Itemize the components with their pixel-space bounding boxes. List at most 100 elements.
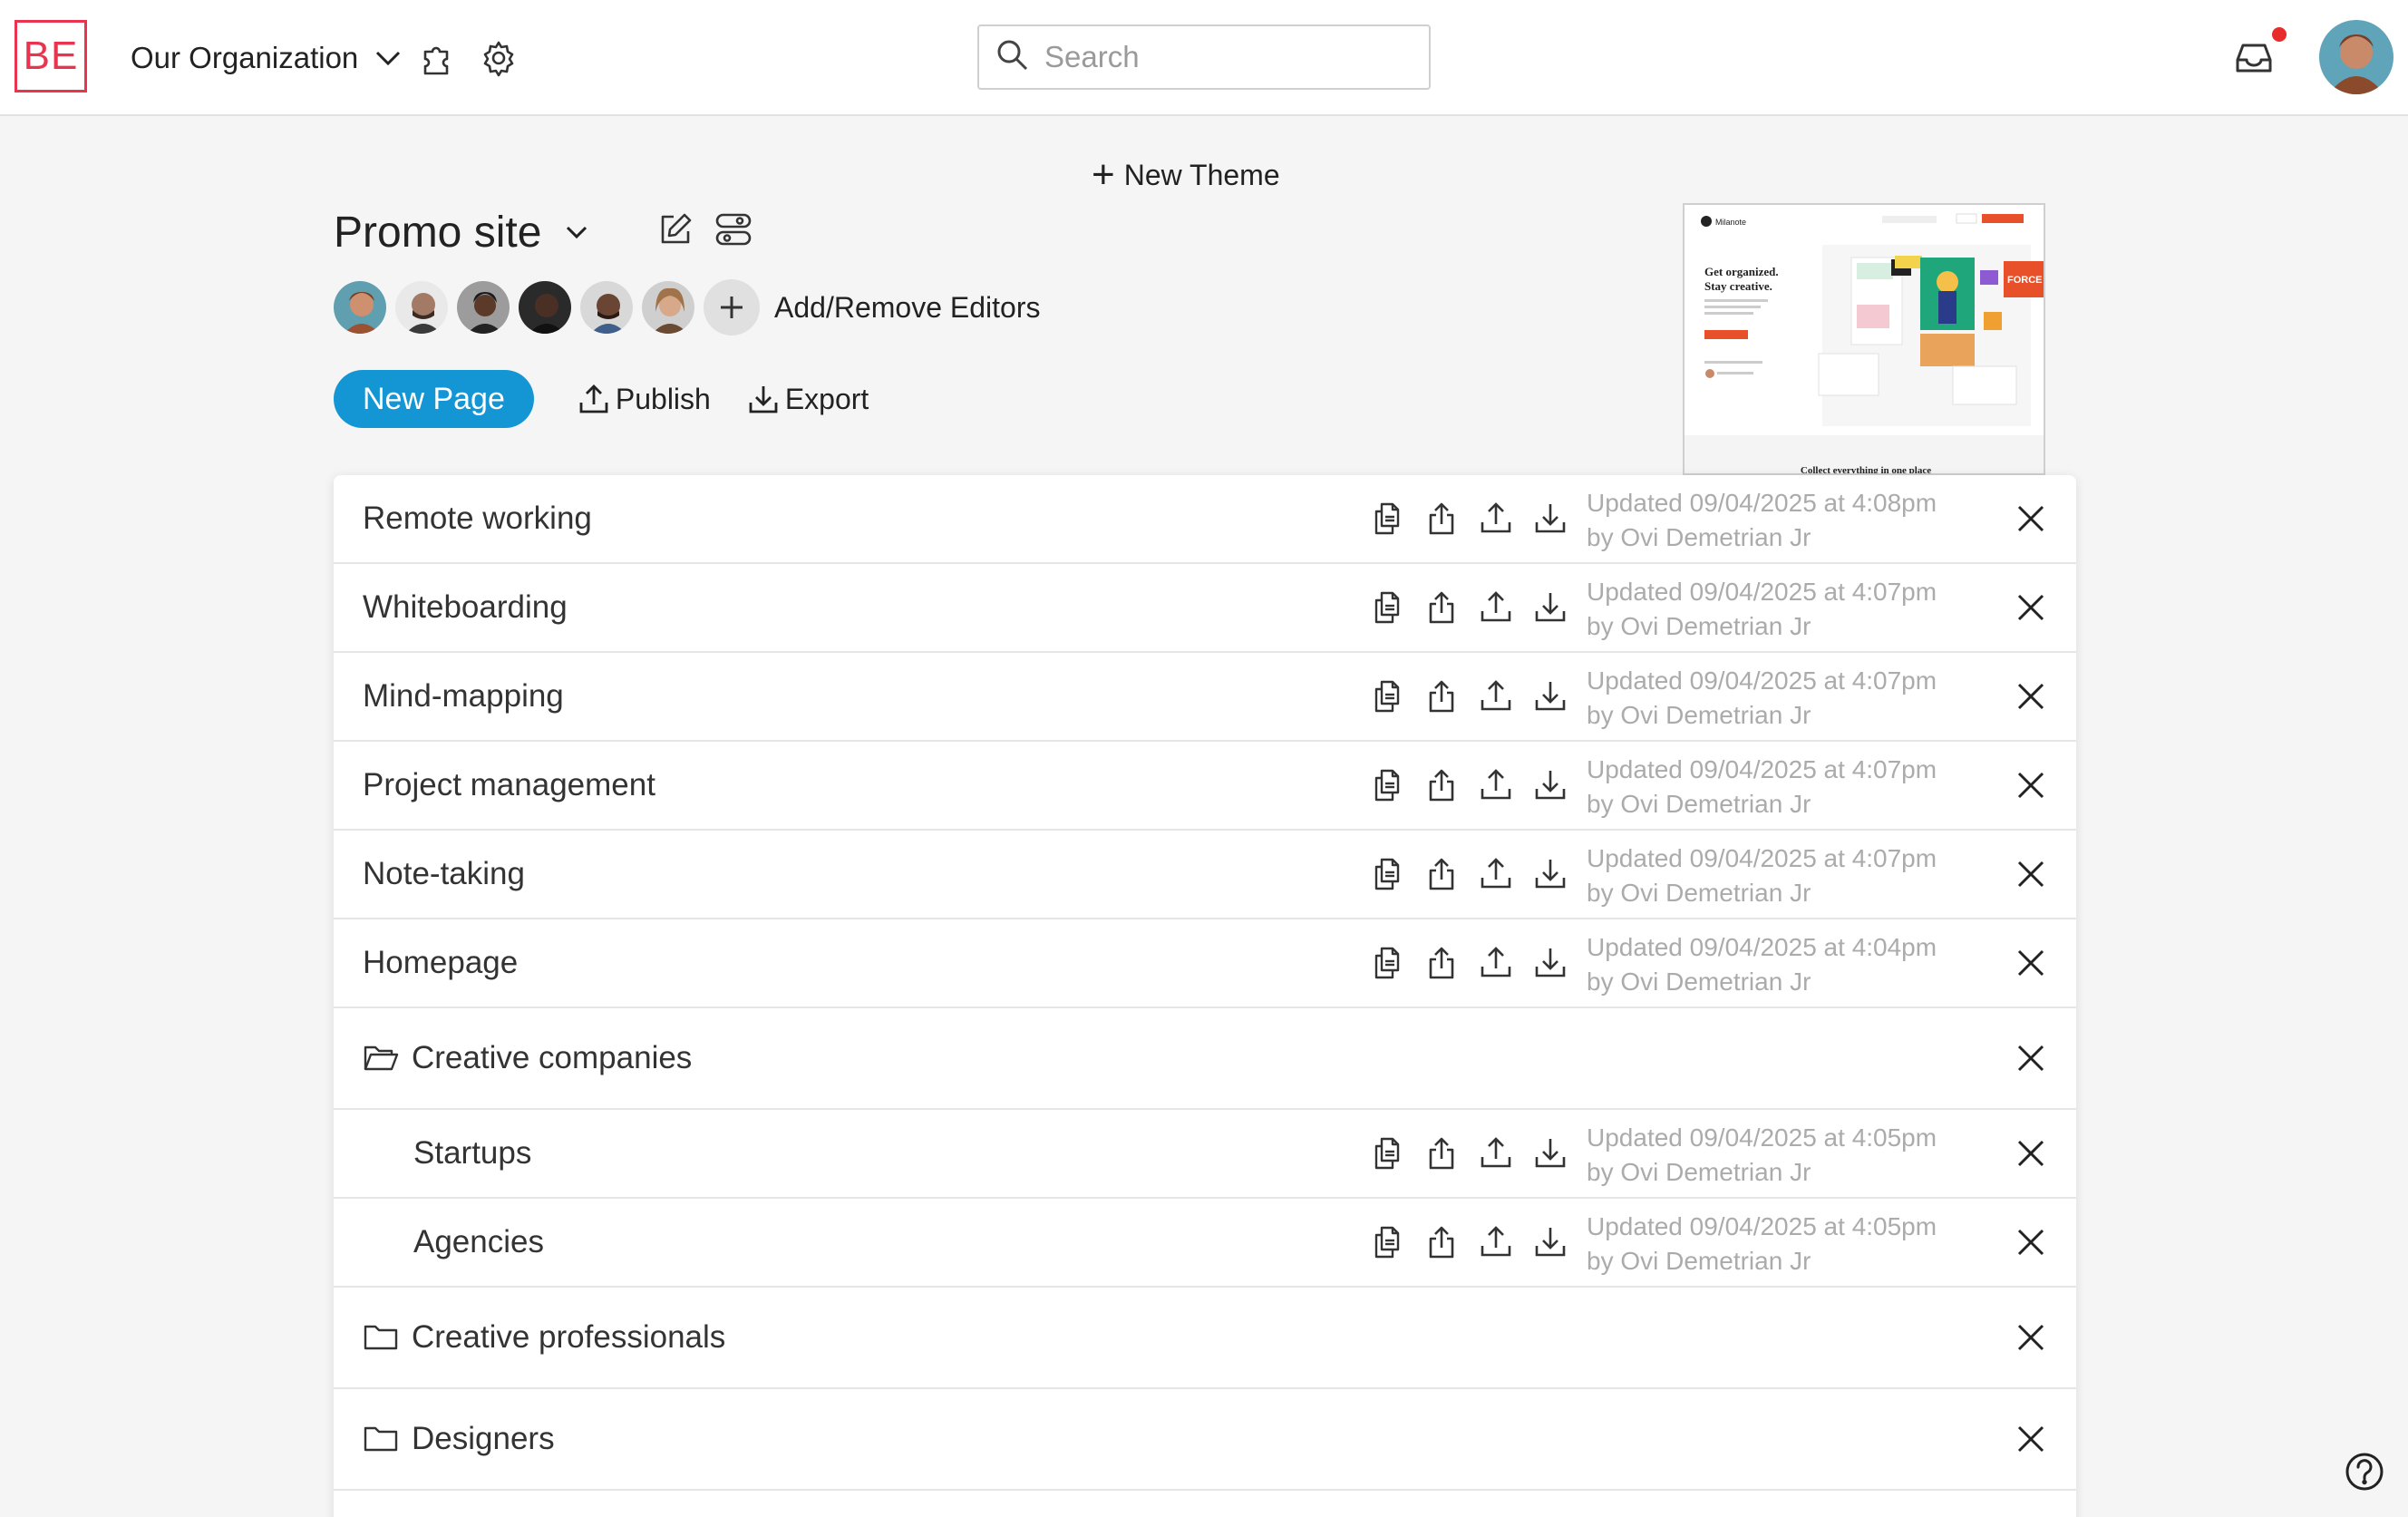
duplicate-icon[interactable]: [1367, 765, 1407, 805]
folder-row[interactable]: Creative professionals: [334, 1288, 2076, 1389]
inbox-button[interactable]: [2232, 27, 2287, 80]
page-row[interactable]: Remote working Updated 09/04/2025 at 4:0…: [334, 475, 2076, 564]
download-icon[interactable]: [1530, 1133, 1570, 1173]
close-icon[interactable]: [2011, 588, 2051, 627]
page-name[interactable]: Project management: [363, 742, 655, 829]
upload-icon[interactable]: [1476, 943, 1516, 983]
share-icon[interactable]: [1422, 943, 1461, 983]
page-name[interactable]: Note-taking: [363, 831, 525, 918]
close-icon[interactable]: [2011, 765, 2051, 805]
export-button[interactable]: Export: [747, 383, 869, 416]
upload-icon[interactable]: [1476, 1133, 1516, 1173]
folder-name[interactable]: Creative companies: [412, 1040, 692, 1076]
duplicate-icon[interactable]: [1367, 588, 1407, 627]
updated-timestamp: Updated 09/04/2025 at 4:07pm: [1587, 755, 1937, 783]
upload-icon[interactable]: [1476, 588, 1516, 627]
page-row[interactable]: Project management Updated 09/04/2025 at…: [334, 742, 2076, 831]
upload-icon[interactable]: [1476, 765, 1516, 805]
folder-name[interactable]: Designers: [412, 1421, 555, 1457]
puzzle-icon[interactable]: [415, 36, 459, 80]
duplicate-icon[interactable]: [1367, 1133, 1407, 1173]
close-icon[interactable]: [2011, 499, 2051, 539]
page-meta: Updated 09/04/2025 at 4:07pm by Ovi Deme…: [1587, 575, 1937, 644]
duplicate-icon[interactable]: [1367, 943, 1407, 983]
download-icon[interactable]: [1530, 765, 1570, 805]
close-icon[interactable]: [2011, 1419, 2051, 1459]
page-name[interactable]: Startups: [413, 1110, 531, 1197]
search-input[interactable]: [1044, 40, 1407, 74]
notification-dot: [2272, 27, 2287, 42]
close-icon[interactable]: [2011, 676, 2051, 716]
plus-icon: [721, 297, 743, 318]
theme-preview-thumbnail[interactable]: Milanote Get organized. Stay creative. F…: [1683, 203, 2045, 475]
editor-avatar[interactable]: [578, 279, 635, 335]
upload-icon[interactable]: [1476, 854, 1516, 894]
top-bar: BE Our Organization: [0, 0, 2408, 116]
upload-icon[interactable]: [1476, 499, 1516, 539]
publish-button[interactable]: Publish: [578, 383, 711, 416]
share-icon[interactable]: [1422, 854, 1461, 894]
editor-avatar[interactable]: [517, 279, 573, 335]
gear-icon[interactable]: [477, 36, 520, 80]
page-row[interactable]: Mind-mapping Updated 09/04/2025 at 4:07p…: [334, 653, 2076, 742]
close-icon[interactable]: [2011, 1318, 2051, 1357]
duplicate-icon[interactable]: [1367, 676, 1407, 716]
page-row[interactable]: Startups Updated 09/04/2025 at 4:05pm by…: [334, 1110, 2076, 1199]
add-editor-button[interactable]: [704, 279, 760, 335]
duplicate-icon[interactable]: [1367, 499, 1407, 539]
page-row[interactable]: Agencies Updated 09/04/2025 at 4:05pm by…: [334, 1199, 2076, 1288]
duplicate-icon[interactable]: [1367, 854, 1407, 894]
help-button[interactable]: [2345, 1452, 2384, 1492]
close-icon[interactable]: [2011, 1133, 2051, 1173]
page-row[interactable]: Homepage Updated 09/04/2025 at 4:04pm by…: [334, 919, 2076, 1008]
page-name[interactable]: Mind-mapping: [363, 653, 564, 740]
editor-avatar[interactable]: [332, 279, 388, 335]
layout-settings-icon[interactable]: [713, 209, 754, 250]
download-icon[interactable]: [1530, 1222, 1570, 1262]
page-name[interactable]: Remote working: [363, 475, 592, 562]
organization-switcher[interactable]: Our Organization: [131, 33, 402, 83]
updated-timestamp: Updated 09/04/2025 at 4:05pm: [1587, 1212, 1937, 1240]
page-row[interactable]: Note-taking Updated 09/04/2025 at 4:07pm…: [334, 831, 2076, 919]
share-icon[interactable]: [1422, 676, 1461, 716]
close-icon[interactable]: [2011, 854, 2051, 894]
upload-icon[interactable]: [1476, 676, 1516, 716]
page-name[interactable]: Whiteboarding: [363, 564, 568, 651]
download-icon[interactable]: [1530, 676, 1570, 716]
editor-avatar[interactable]: [455, 279, 511, 335]
folder-name[interactable]: Creative professionals: [412, 1319, 725, 1356]
download-icon[interactable]: [1530, 499, 1570, 539]
new-theme-button[interactable]: + New Theme: [1092, 152, 1280, 198]
share-icon[interactable]: [1422, 765, 1461, 805]
editor-avatar[interactable]: [393, 279, 450, 335]
page-meta: Updated 09/04/2025 at 4:07pm by Ovi Deme…: [1587, 664, 1937, 733]
folder-row[interactable]: Creative companies: [334, 1008, 2076, 1110]
user-avatar[interactable]: [2319, 20, 2393, 94]
close-icon[interactable]: [2011, 1222, 2051, 1262]
upload-icon[interactable]: [1476, 1222, 1516, 1262]
page-name[interactable]: Homepage: [363, 919, 518, 1006]
app-logo[interactable]: BE: [15, 20, 87, 92]
site-selector[interactable]: Promo site: [334, 205, 588, 259]
download-icon[interactable]: [1530, 588, 1570, 627]
editor-avatar[interactable]: [640, 279, 696, 335]
share-icon[interactable]: [1422, 588, 1461, 627]
chevron-down-icon: [374, 49, 402, 67]
download-icon[interactable]: [1530, 854, 1570, 894]
share-icon[interactable]: [1422, 499, 1461, 539]
edit-icon[interactable]: [655, 209, 696, 250]
close-icon[interactable]: [2011, 943, 2051, 983]
duplicate-icon[interactable]: [1367, 1222, 1407, 1262]
share-icon[interactable]: [1422, 1222, 1461, 1262]
share-icon[interactable]: [1422, 1133, 1461, 1173]
search-box[interactable]: [977, 24, 1431, 90]
folder-row[interactable]: Designers: [334, 1389, 2076, 1491]
updated-timestamp: Updated 09/04/2025 at 4:07pm: [1587, 844, 1937, 872]
folder-icon: [364, 1325, 398, 1350]
download-icon[interactable]: [1530, 943, 1570, 983]
page-name[interactable]: Agencies: [413, 1199, 544, 1286]
close-icon[interactable]: [2011, 1038, 2051, 1078]
new-page-button[interactable]: New Page: [334, 370, 534, 428]
page-row[interactable]: Whiteboarding Updated 09/04/2025 at 4:07…: [334, 564, 2076, 653]
add-remove-editors-link[interactable]: Add/Remove Editors: [774, 291, 1040, 325]
